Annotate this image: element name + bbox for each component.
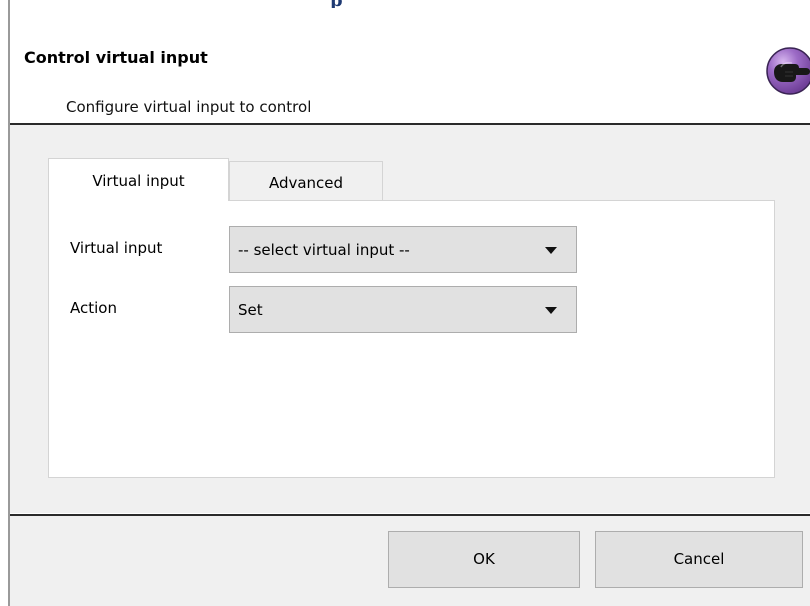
pointing-hand-icon — [766, 47, 810, 95]
ok-button[interactable]: OK — [388, 531, 580, 588]
dialog-header: Control virtual input Configure virtual … — [10, 10, 810, 122]
dialog-title: Control virtual input — [24, 48, 208, 67]
partial-window-title-text: p — [330, 0, 350, 8]
dialog-subtitle: Configure virtual input to control — [66, 98, 312, 116]
virtual-input-selected-value: -- select virtual input -- — [238, 241, 410, 259]
action-selected-value: Set — [238, 301, 263, 319]
virtual-input-dropdown[interactable]: -- select virtual input -- — [229, 226, 577, 273]
virtual-input-label: Virtual input — [70, 239, 163, 257]
cancel-button[interactable]: Cancel — [595, 531, 803, 588]
action-label: Action — [70, 299, 117, 317]
dropdown-arrow-icon — [545, 307, 557, 314]
dropdown-arrow-icon — [545, 247, 557, 254]
action-dropdown[interactable]: Set — [229, 286, 577, 333]
tab-advanced[interactable]: Advanced — [229, 161, 383, 201]
tab-virtual-input[interactable]: Virtual input — [48, 158, 229, 201]
